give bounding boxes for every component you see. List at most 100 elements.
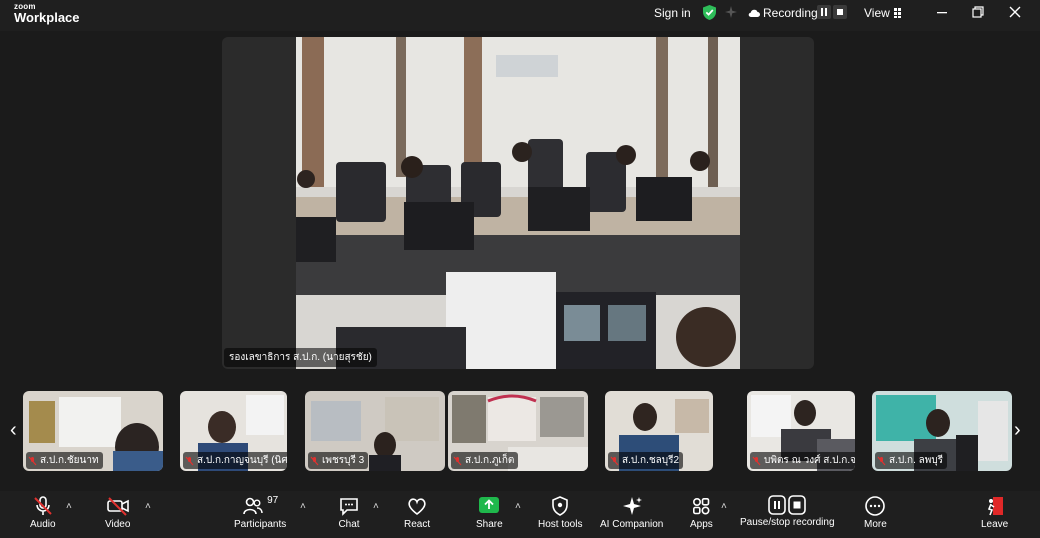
participant-name-tag: บพิตร ณ วงศ์ ส.ป.ก.จ... [750,452,855,469]
mic-muted-icon [32,495,54,517]
host-shield-icon [549,495,571,517]
audio-options-caret-icon[interactable]: ˄ [66,501,72,512]
close-icon[interactable] [1009,6,1021,18]
mic-muted-icon [28,456,37,466]
participant-tile[interactable]: ส.ป.ก.ภูเก็ต [448,391,588,471]
participant-name: ส.ป.ก. ลพบุรี [889,455,944,466]
participant-tile[interactable]: เพชรบุรี 3 [305,391,445,471]
mic-muted-icon [752,456,761,466]
active-speaker-tile[interactable]: รองเลขาธิการ ส.ป.ก. (นายสุรชัย) [222,37,814,369]
mic-muted-icon [610,456,619,466]
share-options-caret-icon[interactable]: ˄ [515,501,521,512]
view-button[interactable]: View [864,6,904,20]
meeting-toolbar: Audio ˄ Video ˄ 97 Participants ˄ Chat ˄… [0,491,1040,538]
chat-icon [338,495,360,517]
strip-prev-arrow-icon[interactable]: ‹ [10,419,17,442]
participants-count: 97 [267,495,279,506]
meeting-area: รองเลขาธิการ ส.ป.ก. (นายสุรชัย) ‹ › ส.ป.… [0,31,1040,491]
more-icon [864,495,886,517]
active-speaker-name: รองเลขาธิการ ส.ป.ก. (นายสุรชัย) [224,348,377,367]
participant-name: ส.ป.ก.ภูเก็ต [465,455,515,466]
sparkle-icon[interactable] [724,5,738,19]
chat-options-caret-icon[interactable]: ˄ [373,501,379,512]
mic-muted-icon [185,456,194,466]
react-label: React [404,519,431,530]
participants-icon-group: 97 [242,495,278,517]
participant-name: ส.ป.ก.กาญจนบุรี (นิศ... [197,455,287,466]
share-screen-icon [477,495,501,517]
apps-label: Apps [690,519,713,530]
pause-icon [817,5,831,19]
pause-stop-label: Pause/stop recording [740,517,835,528]
apps-icon [690,495,712,517]
participant-name-tag: ส.ป.ก.ชลบุรี2 [608,452,684,469]
cloud-icon [748,9,760,18]
video-button[interactable]: Video [105,495,130,530]
participants-label: Participants [234,519,287,530]
participant-name-tag: เพชรบุรี 3 [308,452,369,469]
more-label: More [864,519,887,530]
host-tools-button[interactable]: Host tools [538,495,582,530]
audio-button[interactable]: Audio [30,495,56,530]
title-bar: zoom Workplace Sign in Recording... View [0,0,1040,31]
ai-sparkle-icon [621,495,643,517]
pause-recording-button[interactable] [817,5,831,19]
participant-name-tag: ส.ป.ก.กาญจนบุรี (นิศ... [183,452,287,469]
video-options-caret-icon[interactable]: ˄ [145,501,151,512]
share-button[interactable]: Share [476,495,503,530]
audio-label: Audio [30,519,56,530]
participant-tile[interactable]: ส.ป.ก. ลพบุรี [872,391,1012,471]
heart-icon [406,495,428,517]
participant-tile[interactable]: บพิตร ณ วงศ์ ส.ป.ก.จ... [747,391,855,471]
leave-label: Leave [981,519,1009,530]
ai-companion-label: AI Companion [600,519,664,530]
participant-strip: ‹ › ส.ป.ก.ชัยนาท ส.ป.ก.กาญจนบุรี (นิศ...… [0,391,1040,473]
pause-icon [768,495,787,515]
stop-icon [833,5,847,19]
participants-options-caret-icon[interactable]: ˄ [300,501,306,512]
stop-icon [788,495,807,515]
apps-options-caret-icon[interactable]: ˄ [721,501,727,512]
chat-button[interactable]: Chat [338,495,360,530]
pause-stop-recording-button[interactable]: Pause/stop recording [740,495,835,528]
view-label: View [864,6,890,20]
minimize-icon[interactable] [936,7,948,17]
participant-name-tag: ส.ป.ก.ภูเก็ต [451,452,519,469]
participant-name: ส.ป.ก.ชลบุรี2 [622,455,680,466]
grid-icon [893,8,904,18]
participant-tile[interactable]: ส.ป.ก.ชลบุรี2 [605,391,713,471]
leave-icon [984,495,1006,517]
host-tools-label: Host tools [538,519,583,530]
participant-name: ส.ป.ก.ชัยนาท [40,455,99,466]
zoom-logo: zoom Workplace [14,3,80,25]
more-button[interactable]: More [864,495,887,530]
apps-button[interactable]: Apps [690,495,713,530]
strip-next-arrow-icon[interactable]: › [1014,419,1021,442]
participant-name: บพิตร ณ วงศ์ ส.ป.ก.จ... [764,455,855,466]
restore-icon[interactable] [972,6,984,18]
participant-name-tag: ส.ป.ก.ชัยนาท [26,452,103,469]
participants-icon [242,495,264,517]
logo-big-text: Workplace [14,10,80,25]
stop-recording-button[interactable] [833,5,847,19]
mic-muted-icon [310,456,319,466]
pause-stop-icon-group [768,495,807,515]
react-button[interactable]: React [404,495,430,530]
participant-tile[interactable]: ส.ป.ก.ชัยนาท [23,391,163,471]
video-off-icon [106,495,130,517]
shield-check-icon[interactable] [702,4,717,21]
ai-companion-button[interactable]: AI Companion [600,495,663,530]
video-label: Video [105,519,131,530]
sign-in-link[interactable]: Sign in [654,6,691,20]
participant-name: เพชรบุรี 3 [322,455,365,466]
participants-button[interactable]: 97 Participants [234,495,286,530]
active-speaker-video [296,37,740,369]
participant-tile[interactable]: ส.ป.ก.กาญจนบุรี (นิศ... [180,391,287,471]
chat-label: Chat [338,519,360,530]
participant-name-tag: ส.ป.ก. ลพบุรี [875,452,948,469]
leave-button[interactable]: Leave [981,495,1008,530]
mic-muted-icon [453,456,462,466]
mic-muted-icon [877,456,886,466]
share-label: Share [476,519,503,530]
recording-indicator[interactable]: Recording... [748,6,828,20]
